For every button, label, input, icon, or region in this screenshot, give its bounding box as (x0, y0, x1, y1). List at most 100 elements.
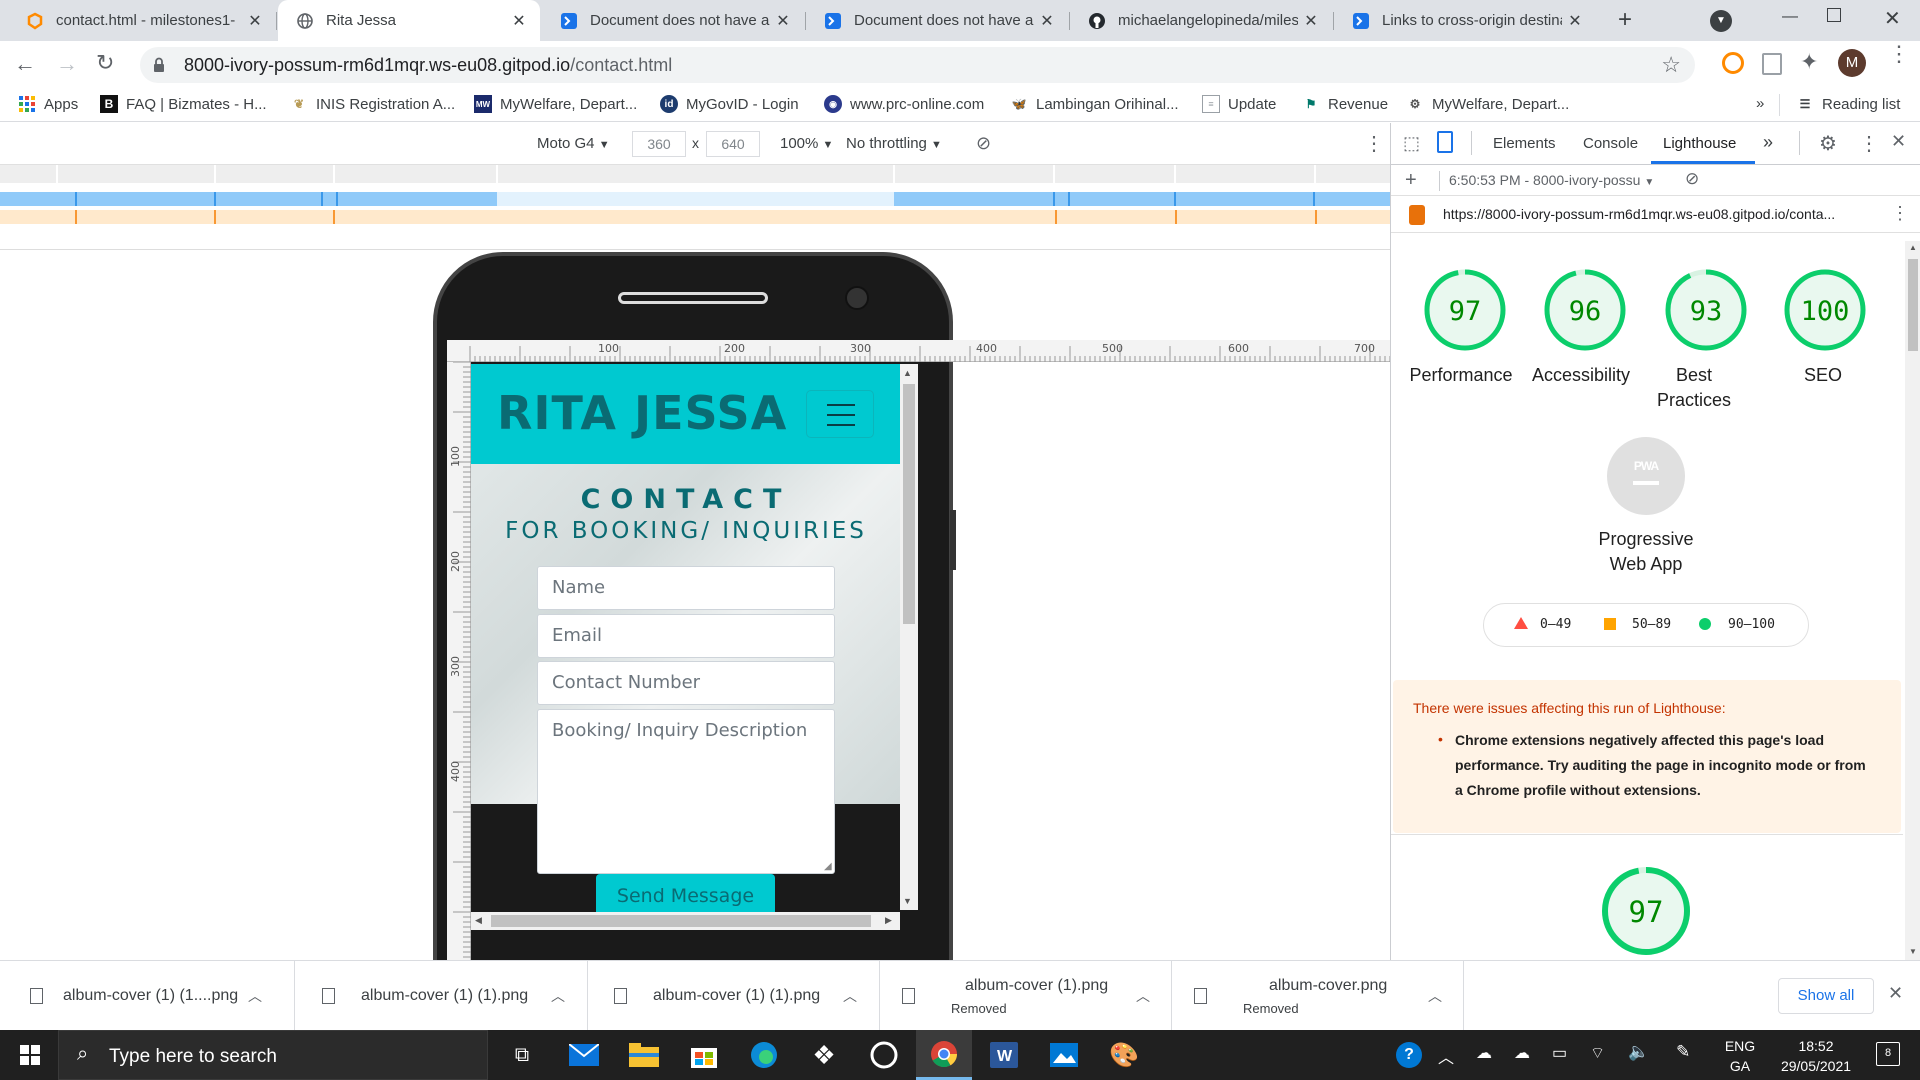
name-input[interactable]: Name (537, 566, 835, 610)
close-icon[interactable]: ✕ (242, 11, 268, 31)
extension-doc-icon[interactable] (1762, 53, 1782, 75)
bookmark-apps[interactable]: Apps (18, 95, 78, 113)
score-value[interactable]: 97 (1449, 296, 1482, 327)
chevron-up-icon[interactable]: ︿ (1438, 1044, 1454, 1068)
pwa-label[interactable]: Progressive Web App (1586, 527, 1706, 577)
extension-icon[interactable] (1722, 52, 1744, 74)
tab-lighthouse-3[interactable]: Links to cross-origin destina ✕ (1334, 0, 1596, 41)
bookmark-inis[interactable]: ❦ INIS Registration A... (290, 95, 455, 113)
rotate-icon[interactable]: ⊘ (976, 133, 991, 154)
close-icon[interactable]: ✕ (770, 11, 796, 31)
download-item[interactable]: album-cover (1).png Removed ︿ (880, 961, 1172, 1031)
tab-gitpod[interactable]: contact.html - milestones1- ✕ (8, 0, 276, 41)
kebab-menu-icon[interactable]: ⋮ (1891, 203, 1909, 224)
bookmarks-overflow-button[interactable]: » (1756, 95, 1764, 112)
avatar[interactable]: M (1838, 49, 1866, 77)
puzzle-icon[interactable]: ✦ (1800, 49, 1818, 75)
chrome-icon[interactable] (916, 1030, 972, 1080)
chevron-up-icon[interactable]: ︿ (248, 986, 262, 1006)
tab-rita-jessa[interactable]: Rita Jessa ✕ (278, 0, 540, 41)
dropbox-icon[interactable]: ❖ (796, 1030, 852, 1080)
tab-lighthouse[interactable]: Lighthouse (1663, 135, 1736, 152)
scroll-right-arrow-icon[interactable]: ▶ (885, 915, 892, 926)
report-select[interactable]: 6:50:53 PM - 8000-ivory-possu ▼ (1449, 172, 1654, 188)
new-tab-button[interactable]: + (1610, 6, 1640, 36)
reading-list-button[interactable]: ☰ Reading list (1796, 95, 1901, 113)
reload-icon[interactable]: ↻ (96, 50, 114, 76)
score-value[interactable]: 100 (1801, 296, 1850, 327)
paint-icon[interactable]: 🎨 (1096, 1030, 1152, 1080)
hamburger-menu-button[interactable] (806, 390, 874, 438)
word-icon[interactable]: W (976, 1030, 1032, 1080)
close-devtools-icon[interactable]: ✕ (1891, 131, 1906, 152)
close-icon[interactable]: ✕ (506, 11, 532, 31)
cloud-icon[interactable]: ☁ (1514, 1043, 1530, 1063)
battery-icon[interactable]: ▭ (1552, 1043, 1567, 1063)
download-item[interactable]: album-cover (1) (1....png ︿ (0, 961, 295, 1031)
tab-lighthouse-1[interactable]: Document does not have a ✕ (542, 0, 804, 41)
scroll-left-arrow-icon[interactable]: ◀ (475, 915, 482, 926)
new-report-plus-icon[interactable]: + (1405, 169, 1417, 192)
more-tabs-chevron-icon[interactable]: » (1763, 132, 1773, 153)
kebab-menu-icon[interactable]: ⋮ (1888, 43, 1910, 65)
scroll-down-arrow-icon[interactable]: ▼ (1909, 947, 1917, 956)
mail-icon[interactable] (556, 1030, 612, 1080)
pwa-badge[interactable]: PWA (1607, 437, 1685, 515)
scrollbar-thumb[interactable] (491, 915, 871, 927)
bookmark-mywelfare[interactable]: MW MyWelfare, Depart... (474, 95, 637, 113)
scroll-up-arrow-icon[interactable]: ▲ (1909, 243, 1917, 252)
wifi-icon[interactable]: ⌔ (1590, 1043, 1605, 1063)
task-view-icon[interactable]: ⧉ (494, 1030, 550, 1080)
bookmark-revenue[interactable]: ⚑ Revenue (1302, 95, 1388, 113)
throttle-select[interactable]: No throttling ▼ (846, 135, 942, 152)
contact-number-input[interactable]: Contact Number (537, 661, 835, 705)
download-item[interactable]: album-cover (1) (1).png ︿ (296, 961, 588, 1031)
download-item[interactable]: album-cover (1) (1).png ︿ (588, 961, 880, 1031)
close-icon[interactable]: ✕ (1562, 11, 1588, 31)
site-brand[interactable]: RITA JESSA (497, 386, 787, 440)
volume-icon[interactable]: 🔈 (1628, 1042, 1649, 1062)
email-input[interactable]: Email (537, 614, 835, 658)
tab-lighthouse-2[interactable]: Document does not have a ✕ (806, 0, 1068, 41)
clock[interactable]: 18:52 29/05/2021 (1766, 1036, 1866, 1076)
chevron-up-icon[interactable]: ︿ (1428, 986, 1442, 1006)
device-toggle-icon[interactable] (1437, 131, 1453, 153)
scroll-up-arrow-icon[interactable]: ▲ (903, 368, 912, 378)
forward-arrow-icon[interactable]: → (56, 51, 78, 77)
help-icon[interactable]: ? (1396, 1042, 1422, 1068)
score-label-seo[interactable]: SEO (1763, 363, 1883, 388)
inspect-element-icon[interactable]: ⬚ (1403, 133, 1420, 154)
download-item[interactable]: album-cover.png Removed ︿ (1172, 961, 1464, 1031)
photos-icon[interactable] (1036, 1030, 1092, 1080)
score-label-accessibility[interactable]: Accessibility (1521, 363, 1641, 388)
score-label-best-practices[interactable]: Best Practices (1654, 363, 1734, 413)
report-url[interactable]: https://8000-ivory-possum-rm6d1mqr.ws-eu… (1443, 206, 1873, 222)
chevron-up-icon[interactable]: ︿ (551, 986, 565, 1006)
performance-gauge-large[interactable]: 97 (1596, 861, 1696, 960)
taskbar-search-box[interactable]: ⌕ Type here to search (58, 1030, 488, 1080)
resize-handle-icon[interactable]: ◢ (824, 861, 832, 872)
tab-search-button[interactable]: ▼ (1710, 10, 1732, 32)
scrollbar-thumb[interactable] (903, 384, 915, 624)
store-icon[interactable] (676, 1030, 732, 1080)
address-bar[interactable]: 8000-ivory-possum-rm6d1mqr.ws-eu08.gitpo… (140, 47, 1695, 83)
device-width-input[interactable]: 360 (632, 131, 686, 157)
zoom-select[interactable]: 100% ▼ (780, 135, 833, 152)
close-icon[interactable]: ✕ (1298, 11, 1324, 31)
bookmark-lambingan[interactable]: 🦋 Lambingan Orihinal... (1010, 95, 1179, 113)
notification-center-icon[interactable]: 8 (1876, 1042, 1900, 1066)
chevron-up-icon[interactable]: ︿ (843, 986, 857, 1006)
tab-github[interactable]: michaelangelopineda/miles ✕ (1070, 0, 1332, 41)
lock-icon[interactable] (152, 57, 166, 73)
back-arrow-icon[interactable]: ← (14, 51, 36, 77)
score-value[interactable]: 96 (1569, 296, 1602, 327)
edge-icon[interactable] (736, 1030, 792, 1080)
restore-button[interactable] (1827, 8, 1841, 22)
tab-elements[interactable]: Elements (1493, 135, 1556, 152)
bookmark-bizmates[interactable]: B FAQ | Bizmates - H... (100, 95, 267, 113)
bookmark-mygovid[interactable]: id MyGovID - Login (660, 95, 799, 113)
kebab-menu-icon[interactable]: ⋮ (1364, 131, 1384, 156)
star-icon[interactable]: ☆ (1661, 52, 1681, 78)
device-select[interactable]: Moto G4 ▼ (537, 135, 610, 152)
pen-icon[interactable]: ✎ (1676, 1042, 1690, 1062)
